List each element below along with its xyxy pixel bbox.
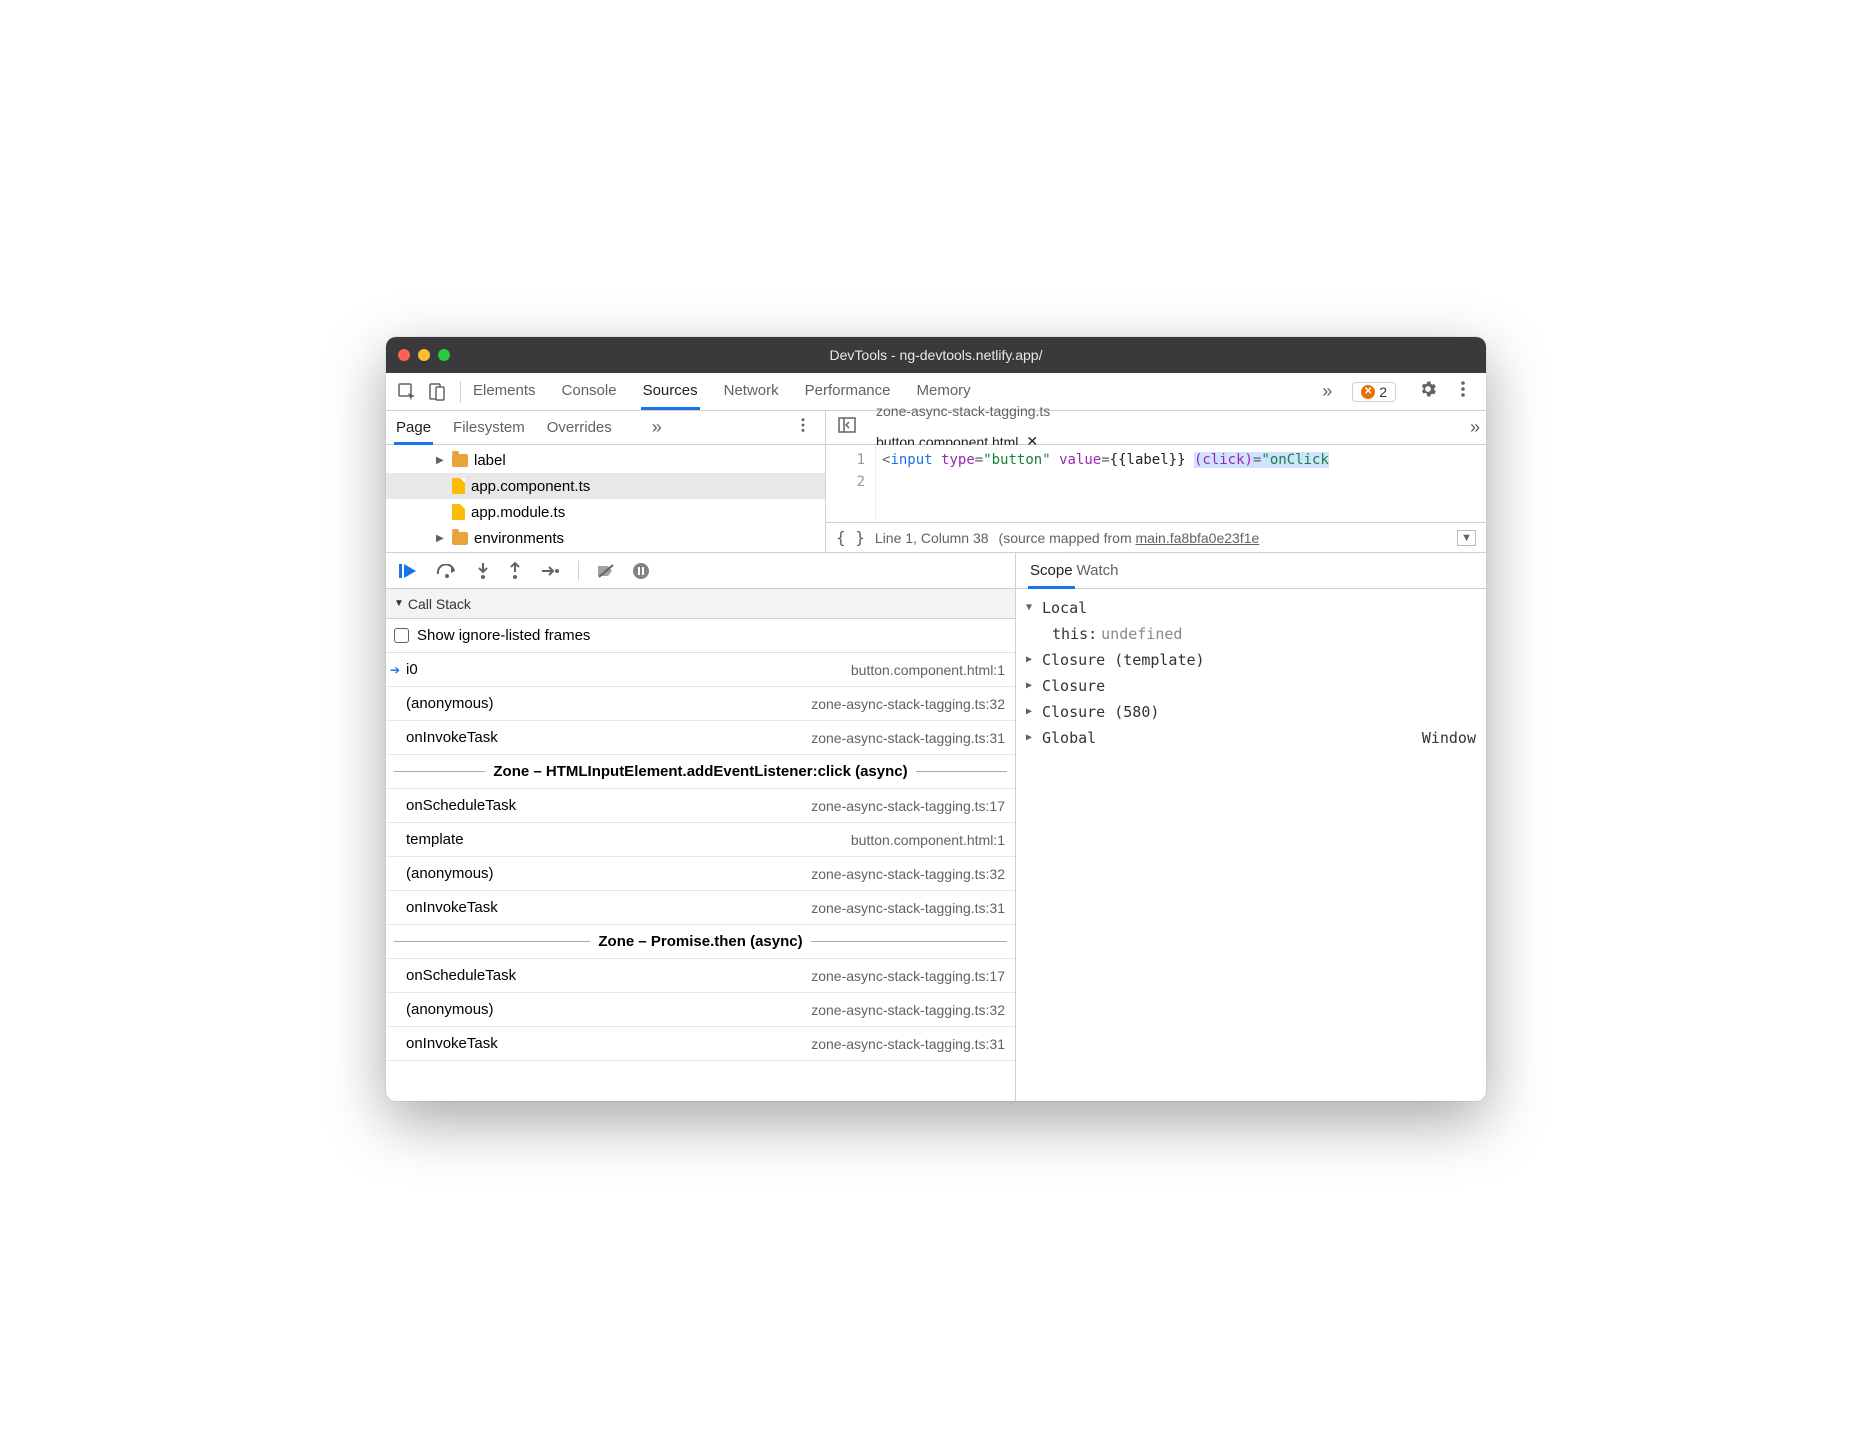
scope-section[interactable]: ▶Closure (template) [1026,647,1476,673]
settings-icon[interactable] [1412,379,1444,404]
step-over-icon[interactable] [436,564,458,578]
expand-icon[interactable]: ▼ [1026,595,1038,621]
callstack-frame[interactable]: (anonymous)zone-async-stack-tagging.ts:3… [386,993,1015,1027]
expand-icon[interactable]: ▶ [436,455,446,466]
error-count: 2 [1379,384,1387,400]
scope-pane: ScopeWatch ▼Localthis: undefined▶Closure… [1016,553,1486,1101]
format-code-icon[interactable]: { } [836,528,865,547]
coverage-toggle-icon[interactable]: ▼ [1457,530,1476,546]
code-editor[interactable]: 12 <input type="button" value={{label}} … [826,445,1486,522]
scope-variable[interactable]: this: undefined [1026,621,1476,647]
editor-tab[interactable]: zone-async-stack-tagging.ts [866,396,1060,426]
scope-section[interactable]: ▶Closure [1026,673,1476,699]
callstack-frame[interactable]: onInvokeTaskzone-async-stack-tagging.ts:… [386,721,1015,755]
folder-icon [452,454,468,467]
callstack-header[interactable]: ▼ Call Stack [386,589,1015,619]
scope-section[interactable]: ▶GlobalWindow [1026,725,1476,751]
file-icon [452,504,465,520]
expand-icon[interactable]: ▶ [1026,647,1038,673]
cursor-position: Line 1, Column 38 [875,530,989,546]
navigator-tab-filesystem[interactable]: Filesystem [451,413,527,442]
panel-tab-network[interactable]: Network [722,374,781,410]
debugger-pane: ▼ Call Stack Show ignore-listed frames ➔… [386,553,1016,1101]
step-into-icon[interactable] [476,562,490,580]
close-window-button[interactable] [398,349,410,361]
error-icon: ✕ [1361,385,1375,399]
source-map-link[interactable]: main.fa8bfa0e23f1e [1136,530,1260,546]
show-ignored-label: Show ignore-listed frames [417,627,590,644]
file-icon [452,478,465,494]
callstack-frame[interactable]: onInvokeTaskzone-async-stack-tagging.ts:… [386,1027,1015,1061]
panel-tab-sources[interactable]: Sources [641,374,700,410]
navigator-menu-icon[interactable] [789,417,817,438]
show-ignored-checkbox[interactable] [394,628,409,643]
minimize-window-button[interactable] [418,349,430,361]
file-tree[interactable]: ▶labelapp.component.tsapp.module.ts▶envi… [386,445,825,552]
more-tabs-icon[interactable]: » [1322,381,1332,402]
panel-tab-console[interactable]: Console [560,374,619,410]
more-options-icon[interactable] [1448,380,1478,403]
line-gutter: 12 [826,445,876,522]
deactivate-breakpoints-icon[interactable] [597,563,615,579]
file-row[interactable]: app.component.ts [386,473,825,499]
editor-pane: zone-async-stack-tagging.tsbutton.compon… [826,411,1486,552]
panel-tab-elements[interactable]: Elements [471,374,538,410]
expand-icon[interactable]: ▶ [1026,673,1038,699]
lower-split: ▼ Call Stack Show ignore-listed frames ➔… [386,553,1486,1101]
device-toolbar-icon[interactable] [424,379,450,405]
navigator-pane: Page Filesystem Overrides » ▶labelapp.comp… [386,411,826,552]
toggle-navigator-icon[interactable] [832,417,862,438]
callstack-frame[interactable]: (anonymous)zone-async-stack-tagging.ts:3… [386,687,1015,721]
error-count-badge[interactable]: ✕ 2 [1352,382,1396,402]
callstack-frame[interactable]: ➔i0button.component.html:1 [386,653,1015,687]
navigator-more-tabs-icon[interactable]: » [652,417,662,438]
callstack-frame[interactable]: onScheduleTaskzone-async-stack-tagging.t… [386,789,1015,823]
separator [460,381,461,403]
async-separator: Zone – Promise.then (async) [386,925,1015,959]
callstack-frames: ➔i0button.component.html:1(anonymous)zon… [386,653,1015,1101]
devtools-window: DevTools - ng-devtools.netlify.app/ Elem… [386,337,1486,1101]
inspect-element-icon[interactable] [394,379,420,405]
callstack-frame[interactable]: templatebutton.component.html:1 [386,823,1015,857]
scope-tabs: ScopeWatch [1016,553,1486,589]
show-ignored-frames-row[interactable]: Show ignore-listed frames [386,619,1015,653]
debugger-toolbar [386,553,1015,589]
expand-icon[interactable]: ▶ [436,533,446,544]
file-row[interactable]: app.module.ts [386,499,825,525]
step-out-icon[interactable] [508,562,522,580]
pause-exceptions-icon[interactable] [633,563,649,579]
traffic-lights [398,349,450,361]
zoom-window-button[interactable] [438,349,450,361]
upper-split: Page Filesystem Overrides » ▶labelapp.comp… [386,411,1486,553]
expand-icon[interactable]: ▶ [1026,699,1038,725]
code-content: <input type="button" value={{label}} (cl… [876,445,1486,522]
navigator-tabs: Page Filesystem Overrides » [386,411,825,445]
folder-row[interactable]: ▶environments [386,525,825,551]
async-separator: Zone – HTMLInputElement.addEventListener… [386,755,1015,789]
folder-icon [452,532,468,545]
folder-row[interactable]: ▶label [386,447,825,473]
scope-tab-watch[interactable]: Watch [1075,555,1121,586]
current-frame-icon: ➔ [390,663,400,677]
scope-section[interactable]: ▶Closure (580) [1026,699,1476,725]
editor-tabs: zone-async-stack-tagging.tsbutton.compon… [826,411,1486,445]
source-mapped-text: (source mapped from main.fa8bfa0e23f1e [999,530,1260,546]
scope-section[interactable]: ▼Local [1026,595,1476,621]
callstack-frame[interactable]: onScheduleTaskzone-async-stack-tagging.t… [386,959,1015,993]
navigator-tab-page[interactable]: Page [394,413,433,445]
editor-statusbar: { } Line 1, Column 38 (source mapped fro… [826,522,1486,552]
titlebar: DevTools - ng-devtools.netlify.app/ [386,337,1486,373]
editor-more-tabs-icon[interactable]: » [1470,417,1480,438]
navigator-tab-overrides[interactable]: Overrides [545,413,614,442]
scope-body: ▼Localthis: undefined▶Closure (template)… [1016,589,1486,1101]
scope-tab-scope[interactable]: Scope [1028,555,1075,589]
callstack-frame[interactable]: onInvokeTaskzone-async-stack-tagging.ts:… [386,891,1015,925]
window-title: DevTools - ng-devtools.netlify.app/ [386,347,1486,363]
step-icon[interactable] [540,564,560,578]
resume-icon[interactable] [398,563,418,579]
callstack-frame[interactable]: (anonymous)zone-async-stack-tagging.ts:3… [386,857,1015,891]
expand-icon[interactable]: ▶ [1026,725,1038,751]
